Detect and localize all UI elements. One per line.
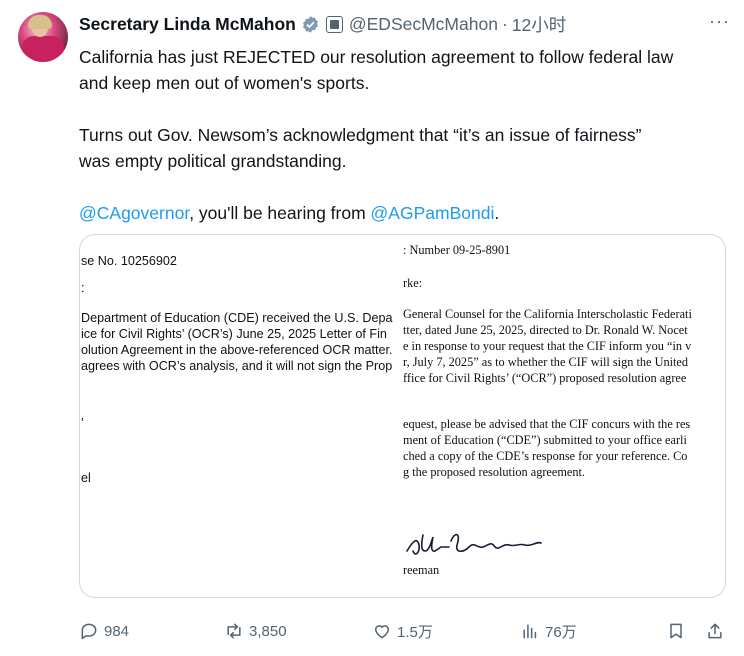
avatar[interactable] (18, 12, 68, 62)
repost-button[interactable]: 3,850 (224, 618, 287, 644)
mention-link-cagovernor[interactable]: @CAgovernor (79, 203, 189, 223)
doc-text: ffice for Civil Rights’ (“OCR”) proposed… (403, 371, 687, 385)
share-button[interactable] (705, 618, 725, 644)
bookmark-button[interactable] (666, 618, 686, 644)
tweet-actions: 984 3,850 1.5万 76万 (79, 618, 729, 644)
tweet-line: Turns out Gov. Newsom’s acknowledgment t… (79, 125, 642, 145)
doc-text: ment of Education (“CDE”) submitted to y… (403, 433, 687, 447)
repost-icon (227, 623, 241, 639)
doc-text: equest, please be advised that the CIF c… (403, 417, 691, 431)
government-badge-icon (325, 15, 343, 33)
tweet-text-fragment: . (494, 203, 500, 223)
doc-number: : Number 09-25-8901 (403, 243, 511, 257)
handwritten-signature (406, 533, 542, 555)
doc-text: r, July 7, 2025” as to whether the CIF w… (403, 355, 689, 369)
doc-case-number: se No. 10256902 (81, 254, 177, 268)
reply-count: 984 (104, 622, 130, 640)
avatar-body-shape (22, 36, 64, 62)
bookmark-icon (670, 623, 682, 639)
repost-count: 3,850 (249, 622, 287, 640)
like-button[interactable]: 1.5万 (372, 618, 433, 644)
doc-text: Department of Education (CDE) received t… (81, 311, 393, 325)
tweet-line: was empty political grandstanding. (79, 151, 347, 171)
doc-text: ice for Civil Rights’ (OCR’s) June 25, 2… (81, 327, 387, 341)
doc-text: General Counsel for the California Inter… (403, 307, 692, 321)
doc-text: g the proposed resolution agreement. (403, 465, 586, 479)
doc-text: tter, dated June 25, 2025, directed to D… (403, 323, 688, 337)
doc-text: olution Agreement in the above-reference… (81, 343, 393, 357)
doc-signer-name: reeman (403, 563, 440, 577)
doc-text: e in response to your request that the C… (403, 339, 692, 353)
doc-text: ched a copy of the CDE’s response for yo… (403, 449, 688, 463)
mention-link-agpambondi[interactable]: @AGPamBondi (371, 203, 495, 223)
document-right-page: : Number 09-25-8901 rke: General Counsel… (403, 235, 725, 597)
reply-button[interactable]: 984 (79, 618, 129, 644)
views-icon (523, 624, 537, 639)
doc-text: : (81, 281, 85, 295)
more-options-icon[interactable]: ··· (709, 11, 730, 32)
tweet-line: and keep men out of women's sports. (79, 73, 370, 93)
share-icon (708, 623, 722, 639)
tweet-line: California has just REJECTED our resolut… (79, 47, 674, 67)
document-left-page: se No. 10256902 : Department of Educatio… (80, 235, 398, 597)
views-button[interactable]: 76万 (520, 618, 577, 644)
separator-dot: · (501, 13, 508, 34)
verified-badge-icon[interactable] (301, 15, 320, 34)
doc-text: ’ (81, 416, 84, 430)
author-handle[interactable]: @EDSecMcMahon (349, 14, 498, 35)
view-count: 76万 (545, 623, 577, 641)
tweet-timestamp[interactable]: 12小时 (512, 12, 566, 37)
author-name[interactable]: Secretary Linda McMahon (79, 14, 296, 35)
tweet-line-mentions: @CAgovernor, you'll be hearing from @AGP… (79, 200, 729, 226)
doc-salutation: rke: (403, 276, 423, 290)
tweet-header: Secretary Linda McMahon @EDSecMcMahon · … (79, 12, 566, 36)
tweet-text-fragment: , you'll be hearing from (189, 203, 371, 223)
doc-text: el (81, 471, 91, 485)
doc-text: agrees with OCR’s analysis, and it will … (81, 359, 393, 373)
like-icon (375, 625, 389, 639)
like-count: 1.5万 (397, 623, 433, 641)
reply-icon (81, 623, 97, 640)
attached-document-image[interactable]: se No. 10256902 : Department of Educatio… (79, 234, 726, 598)
tweet: Secretary Linda McMahon @EDSecMcMahon · … (0, 0, 744, 656)
tweet-text: California has just REJECTED our resolut… (79, 44, 729, 226)
avatar-hair-shape (28, 15, 52, 29)
